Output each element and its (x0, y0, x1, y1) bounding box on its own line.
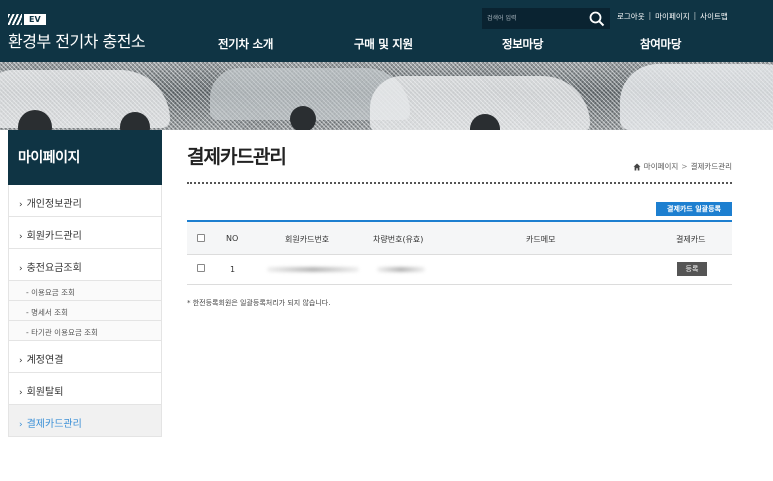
logo-badge: EV (24, 14, 46, 25)
sidebar-item-account-link[interactable]: › 계정연결 (8, 341, 162, 373)
chevron-right-icon: › (19, 388, 23, 398)
sidebar-item-member-card[interactable]: › 회원카드관리 (8, 217, 162, 249)
column-header-payment-card: 결제카드 (676, 235, 706, 244)
sidebar-subitem-other-org-fee[interactable]: - 타기관 이용요금 조회 (8, 321, 162, 341)
page-title: 결제카드관리 (187, 146, 287, 168)
sidebar-item-label: 개인정보관리 (26, 199, 82, 210)
title-divider (187, 182, 732, 184)
select-all-checkbox[interactable] (197, 234, 205, 242)
gnb-info[interactable]: 정보마당 (502, 36, 543, 52)
chevron-right-icon: › (19, 264, 23, 274)
sidebar-item-label: 충전요금조회 (26, 263, 82, 274)
sidebar-item-label: 결제카드관리 (26, 419, 82, 430)
logout-link[interactable]: 로그아웃 (617, 11, 645, 22)
header-banner-image (0, 62, 773, 130)
chevron-right-icon: › (19, 356, 23, 366)
sidebar-item-label: 계정연결 (26, 355, 64, 366)
global-nav: 전기차 소개 구매 및 지원 정보마당 참여마당 (0, 36, 773, 56)
breadcrumb-mypage[interactable]: 마이페이지 (644, 161, 679, 172)
sidebar-subitem-statement[interactable]: - 명세서 조회 (8, 301, 162, 321)
row-no: 1 (230, 265, 236, 274)
search-input[interactable] (487, 11, 585, 26)
gnb-participation[interactable]: 참여마당 (640, 36, 681, 52)
bulk-register-button[interactable]: 결제카드 일괄등록 (656, 202, 732, 216)
sidebar-subitem-usage-fee[interactable]: - 이용요금 조회 (8, 281, 162, 301)
wheel-shape (290, 106, 316, 130)
redacted-car-number (377, 267, 425, 272)
breadcrumb-separator-icon: > (681, 162, 688, 171)
site-header: EV 환경부 전기차 충전소 로그아웃 | 마이페이지 | 사이트맵 전기차 소… (0, 0, 773, 62)
search-icon[interactable] (589, 11, 605, 27)
sidebar: 마이페이지 › 개인정보관리 › 회원카드관리 › 충전요금조회 - 이용요금 조회 … (8, 130, 162, 437)
sidebar-item-withdraw[interactable]: › 회원탈퇴 (8, 373, 162, 405)
table-header: NO 회원카드번호 차량번호(유효) 카드메모 결제카드 (187, 220, 732, 255)
sidebar-item-personal-info[interactable]: › 개인정보관리 (8, 185, 162, 217)
ev-logo[interactable]: EV (8, 14, 48, 25)
column-header-card-memo: 카드메모 (526, 235, 556, 244)
gnb-ev-intro[interactable]: 전기차 소개 (218, 36, 273, 52)
breadcrumb-current: 결제카드관리 (690, 162, 732, 171)
chevron-right-icon: › (19, 200, 23, 210)
sidebar-item-charge-fee[interactable]: › 충전요금조회 (8, 249, 162, 281)
redacted-card-number (267, 267, 359, 272)
sidebar-title: 마이페이지 (8, 130, 162, 185)
separator: | (648, 11, 652, 20)
column-header-card-number: 회원카드번호 (285, 235, 330, 244)
payment-card-table: NO 회원카드번호 차량번호(유효) 카드메모 결제카드 1 등록 (187, 220, 732, 285)
chevron-right-icon: › (19, 420, 23, 430)
logo-slashes-icon (8, 14, 22, 25)
sidebar-item-label: 회원탈퇴 (26, 387, 64, 398)
chevron-right-icon: › (19, 232, 23, 242)
column-header-car-number: 차량번호(유효) (373, 235, 424, 244)
column-header-no: NO (226, 234, 239, 243)
table-row: 1 등록 (187, 255, 732, 285)
mypage-link[interactable]: 마이페이지 (655, 11, 690, 22)
utility-links: 로그아웃 | 마이페이지 | 사이트맵 (617, 11, 728, 22)
sidebar-item-payment-card[interactable]: › 결제카드관리 (8, 405, 162, 437)
home-icon[interactable] (633, 163, 641, 171)
register-button[interactable]: 등록 (677, 262, 707, 276)
row-checkbox[interactable] (197, 264, 205, 272)
separator: | (693, 11, 697, 20)
notice-text: * 한전등록회원은 일괄등록처리가 되지 않습니다. (187, 299, 331, 307)
gnb-purchase-support[interactable]: 구매 및 지원 (354, 36, 413, 52)
sidebar-item-label: 회원카드관리 (26, 231, 82, 242)
breadcrumb: 마이페이지 > 결제카드관리 (633, 161, 732, 172)
sitemap-link[interactable]: 사이트맵 (700, 11, 728, 22)
search-box (482, 8, 610, 29)
car-shape (620, 64, 773, 130)
